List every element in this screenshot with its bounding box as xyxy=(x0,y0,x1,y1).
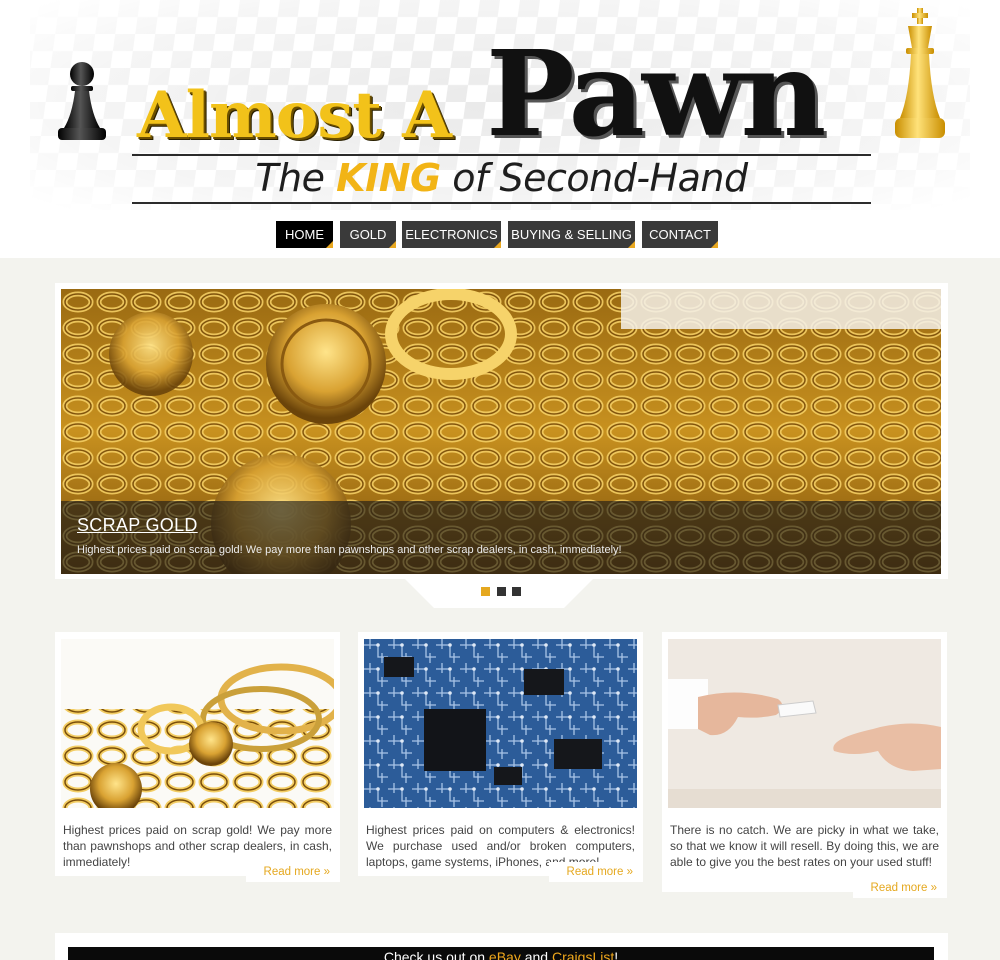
card-electronics-readmore[interactable]: Read more » xyxy=(548,862,643,882)
nav-buying-selling[interactable]: BUYING & SELLING xyxy=(508,221,635,248)
slider-title[interactable]: SCRAP GOLD xyxy=(77,515,198,536)
gold-king-icon xyxy=(895,8,945,138)
card-electronics: Highest prices paid on computers & elect… xyxy=(358,632,643,892)
card-buying-selling-readmore[interactable]: Read more » xyxy=(852,878,947,898)
slider-image[interactable]: SCRAP GOLD Highest prices paid on scrap … xyxy=(61,289,941,574)
card-notch xyxy=(662,892,874,908)
marketplace-banner: Check us out on eBay and CraigsList! xyxy=(68,947,934,960)
black-pawn-icon xyxy=(58,62,106,140)
slider-caption: SCRAP GOLD Highest prices paid on scrap … xyxy=(61,501,941,574)
tagline-before: The xyxy=(255,156,325,200)
card-buying-selling: There is no catch. We are picky in what … xyxy=(662,632,947,908)
slider-dot-1[interactable] xyxy=(481,587,490,596)
craigslist-link[interactable]: CraigsList xyxy=(552,949,614,960)
tagline-bottom-rule xyxy=(132,202,871,204)
circuit-board-image xyxy=(364,639,637,808)
card-gold-image[interactable] xyxy=(61,639,334,808)
slider-dot-2[interactable] xyxy=(497,587,506,596)
tagline-after: of Second-Hand xyxy=(452,156,748,200)
card-gold-readmore[interactable]: Read more » xyxy=(245,862,340,882)
logo-text-left: Almost A xyxy=(137,78,452,153)
card-notch xyxy=(358,876,570,892)
card-notch xyxy=(55,876,267,892)
tagline-highlight: KING xyxy=(336,156,441,200)
slider-dot-3[interactable] xyxy=(512,587,521,596)
banner-prefix: Check us out on xyxy=(383,949,489,960)
site-header: Almost A Pawn The KING of Second-Hand HO… xyxy=(0,0,1000,258)
card-buying-selling-text: There is no catch. We are picky in what … xyxy=(670,823,939,869)
logo-text-right: Pawn xyxy=(486,24,826,163)
gold-bangles-image xyxy=(61,639,334,808)
banner-suffix: ! xyxy=(614,949,619,960)
hands-exchange-image xyxy=(668,639,941,808)
tagline: The KING of Second-Hand xyxy=(132,156,871,200)
nav-electronics[interactable]: ELECTRONICS xyxy=(402,221,501,248)
nav-home[interactable]: HOME xyxy=(276,221,333,248)
main-nav: HOME GOLD ELECTRONICS BUYING & SELLING C… xyxy=(0,221,1000,249)
card-buying-selling-image[interactable] xyxy=(668,639,941,808)
card-electronics-image[interactable] xyxy=(364,639,637,808)
card-gold: Highest prices paid on scrap gold! We pa… xyxy=(55,632,340,892)
nav-contact[interactable]: CONTACT xyxy=(642,221,718,248)
slider-text: Highest prices paid on scrap gold! We pa… xyxy=(77,544,622,556)
banner-middle: and xyxy=(520,949,552,960)
ebay-link[interactable]: eBay xyxy=(489,949,521,960)
nav-gold[interactable]: GOLD xyxy=(340,221,396,248)
